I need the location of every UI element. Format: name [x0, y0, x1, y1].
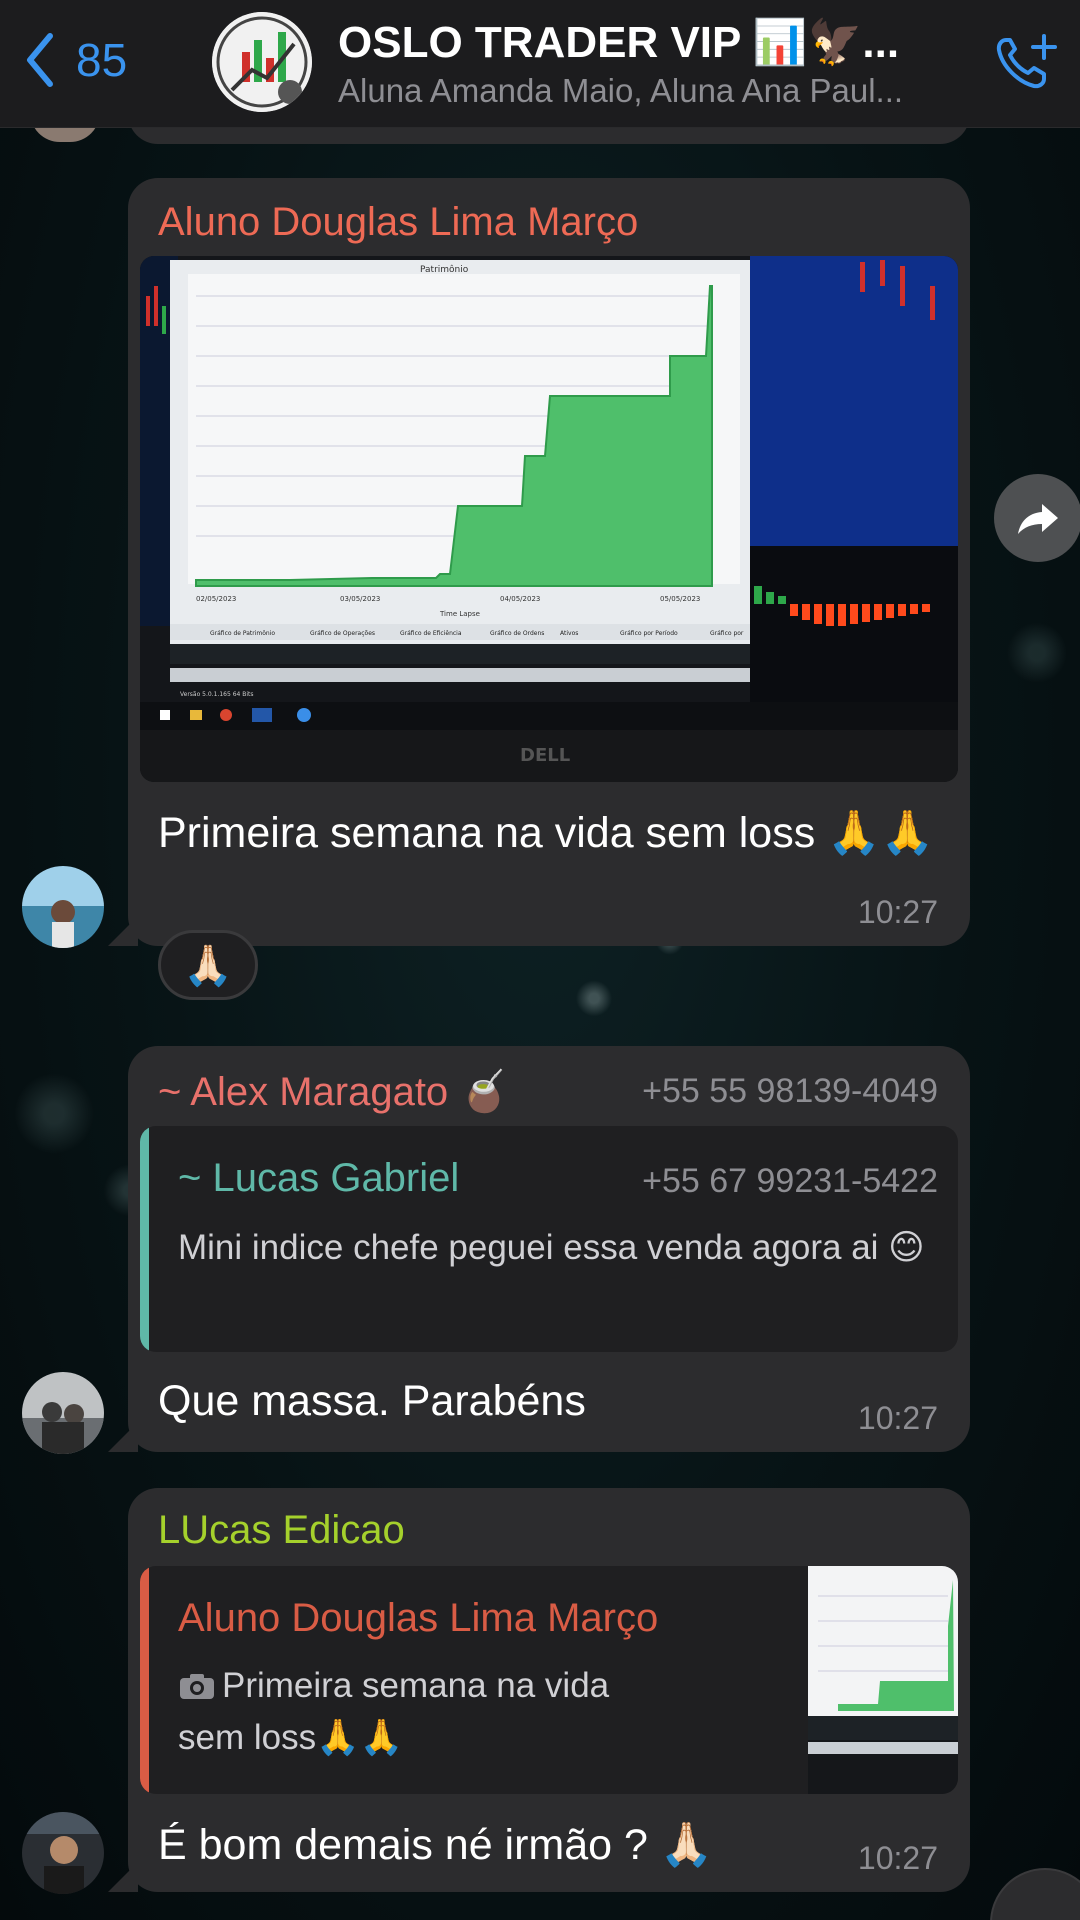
- group-avatar[interactable]: [212, 12, 312, 112]
- reply-preview[interactable]: ~ Lucas Gabriel +55 67 99231-5422 Mini i…: [140, 1126, 958, 1352]
- forward-button[interactable]: [994, 474, 1080, 562]
- avatar[interactable]: [22, 866, 104, 948]
- sender-phone: +55 55 98139-4049: [642, 1072, 938, 1110]
- message-photo[interactable]: Patrimônio 02/05/2023 03/05/2023 04/05/2…: [140, 256, 958, 782]
- sender-name-label: LUcas Edicao: [158, 1508, 405, 1552]
- reply-bar: [140, 1126, 149, 1352]
- chart-tab: Gráfico por Período: [620, 630, 678, 637]
- message-text: Primeira semana na vida sem loss 🙏🙏: [158, 809, 935, 857]
- back-button[interactable]: 85: [22, 30, 127, 90]
- reply-text-label: Primeira semana na vida sem loss🙏🙏: [178, 1666, 610, 1757]
- sender-name[interactable]: Aluno Douglas Lima Março: [158, 200, 638, 245]
- chart-x-label: 02/05/2023: [196, 595, 236, 603]
- reply-text: Primeira semana na vida sem loss🙏🙏: [178, 1660, 628, 1764]
- sender-name[interactable]: LUcas Edicao: [158, 1508, 405, 1553]
- group-members: Aluna Amanda Maio, Aluna Ana Paul...: [338, 72, 904, 109]
- chat-header: 85 OSLO TRADER VIP 📊🦅... Aluna Amanda Ma…: [0, 0, 1080, 128]
- message-time: 10:27: [857, 1840, 938, 1876]
- reply-text: Mini indice chefe peguei essa venda agor…: [178, 1228, 925, 1267]
- add-call-button[interactable]: [992, 30, 1062, 94]
- avatar[interactable]: [22, 1372, 104, 1454]
- reply-thumbnail: [808, 1566, 958, 1794]
- message-time: 10:27: [857, 894, 938, 930]
- unread-count: 85: [76, 34, 128, 86]
- message-text: É bom demais né irmão ? 🙏🏻: [158, 1821, 714, 1869]
- sender-name[interactable]: ~ Alex Maragato 🧉: [158, 1068, 509, 1115]
- chat-title-block[interactable]: OSLO TRADER VIP 📊🦅... Aluna Amanda Maio,…: [338, 16, 958, 110]
- monitor-brand: DELL: [520, 745, 570, 766]
- chevron-left-icon: [27, 33, 53, 87]
- chart-x-label: 05/05/2023: [660, 595, 700, 603]
- camera-icon: [178, 1663, 216, 1699]
- chart-tab: Gráfico por: [710, 630, 744, 637]
- chart-tab: Ativos: [560, 630, 578, 637]
- reply-phone: +55 67 99231-5422: [642, 1162, 938, 1200]
- chart-tab: Gráfico de Ordens: [490, 630, 544, 637]
- message-text: Que massa. Parabéns: [158, 1377, 586, 1425]
- app-version: Versão 5.0.1.165 64 Bits: [180, 691, 254, 698]
- reply-preview[interactable]: Aluno Douglas Lima Março Primeira semana…: [140, 1566, 958, 1794]
- chart-x-label: 03/05/2023: [340, 595, 380, 603]
- message-time: 10:27: [857, 1400, 938, 1436]
- phone-plus-icon: [996, 34, 1057, 89]
- sender-name-label: ~ Alex Maragato 🧉: [158, 1070, 510, 1114]
- reply-bar: [140, 1566, 149, 1794]
- group-title: OSLO TRADER VIP 📊🦅...: [338, 18, 900, 67]
- reaction-badge[interactable]: 🙏🏻: [158, 930, 258, 1000]
- chart-legend: Time Lapse: [439, 610, 480, 618]
- chart-tab: Gráfico de Operações: [310, 630, 375, 637]
- reaction-emoji: 🙏🏻: [183, 943, 233, 988]
- chart-tab: Gráfico de Eficiência: [400, 630, 462, 637]
- reply-sender: ~ Lucas Gabriel: [178, 1156, 460, 1200]
- chart-x-label: 04/05/2023: [500, 595, 540, 603]
- reply-sender: Aluno Douglas Lima Março: [178, 1596, 659, 1640]
- avatar[interactable]: [22, 1812, 104, 1894]
- chart-title: Patrimônio: [420, 264, 469, 275]
- chart-tab: Gráfico de Patrimônio: [210, 630, 275, 637]
- sender-name-label: Aluno Douglas Lima Março: [158, 200, 639, 244]
- share-arrow-icon: [1018, 504, 1058, 534]
